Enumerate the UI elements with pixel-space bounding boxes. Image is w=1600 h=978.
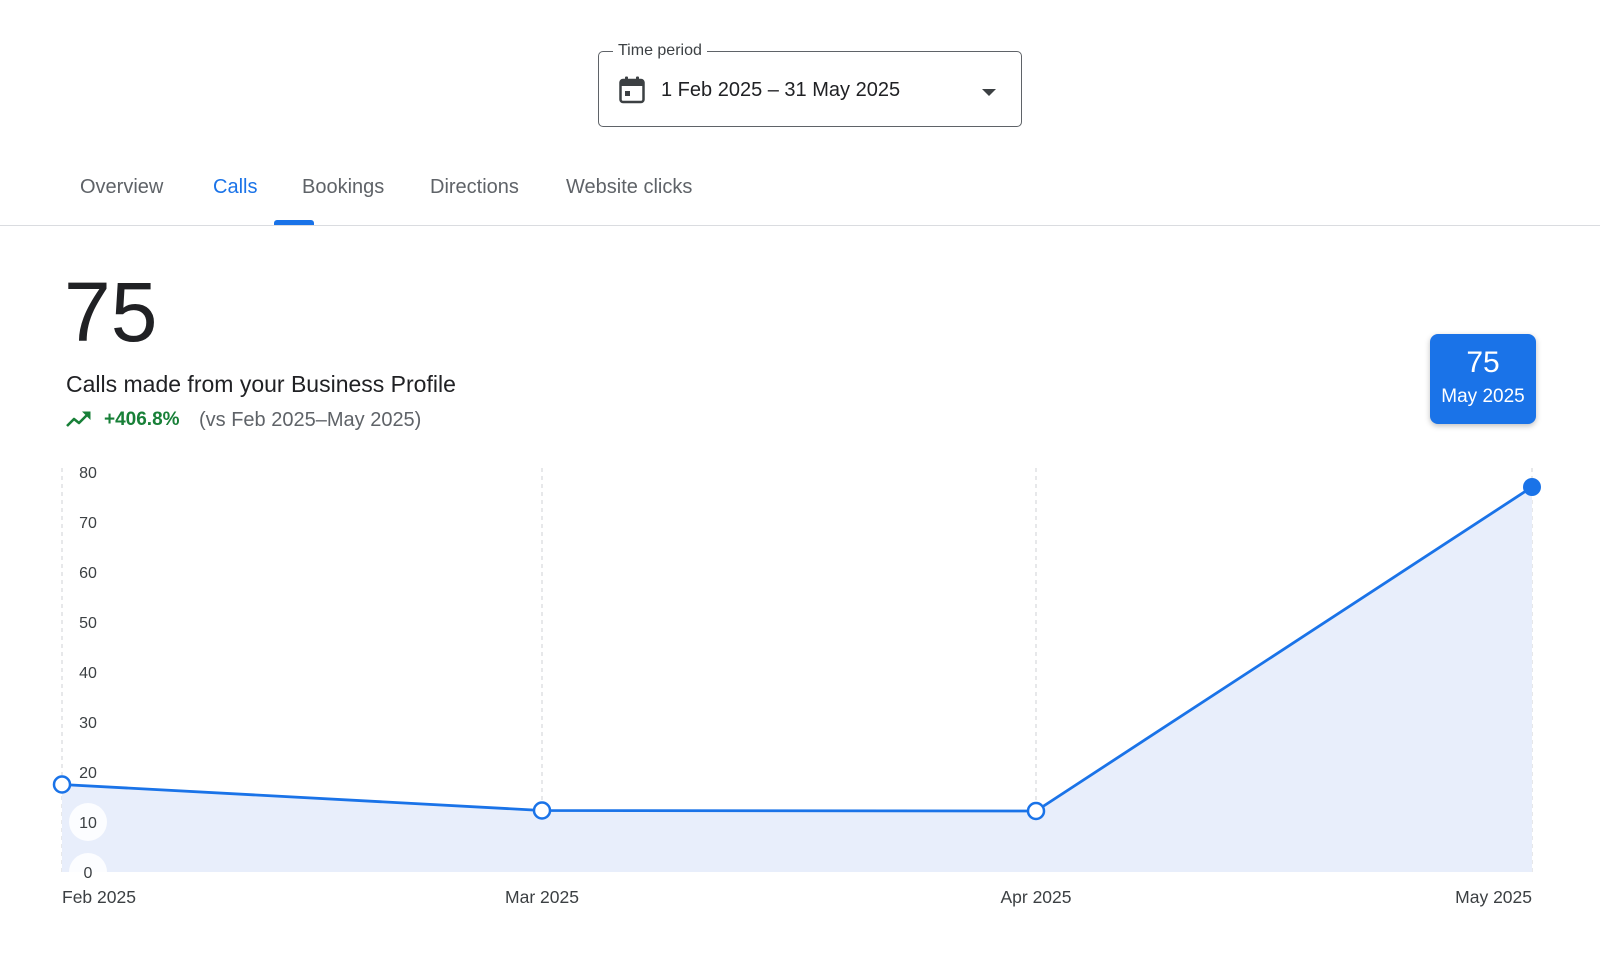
calls-area-chart: 0 10 20 30 40 50 60 70 80 Feb 2025 Mar 2025 Apr 202… (52, 465, 1541, 907)
y-tick-label-70: 70 (79, 515, 97, 532)
y-tick-label-40: 40 (79, 665, 97, 682)
x-tick-label-3: May 2025 (1455, 887, 1532, 907)
data-point-2 (1026, 801, 1046, 821)
x-tick-label-1: Mar 2025 (505, 887, 579, 907)
x-tick-label-0: Feb 2025 (62, 887, 136, 907)
y-tick-label-0: 0 (84, 865, 93, 882)
tooltip-date: May 2025 (1441, 386, 1525, 407)
y-tick-label-80: 80 (79, 465, 97, 482)
y-tick-label-30: 30 (79, 715, 97, 732)
performance-page: Time period 1 Feb 2025 – 31 May 2025 Ove… (0, 0, 1600, 978)
data-point-1 (532, 801, 552, 820)
x-tick-label-2: Apr 2025 (1000, 887, 1071, 907)
chart-area (62, 487, 1532, 872)
tooltip-value: 75 (1466, 346, 1500, 379)
y-tick-label-50: 50 (79, 615, 97, 632)
data-point-3 (1523, 478, 1541, 496)
y-tick-label-20: 20 (79, 765, 97, 782)
chart-tooltip: 75 May 2025 (1430, 334, 1536, 424)
y-tick-label-60: 60 (79, 565, 97, 582)
y-tick-label-10: 10 (79, 815, 97, 832)
data-point-0 (52, 775, 72, 794)
